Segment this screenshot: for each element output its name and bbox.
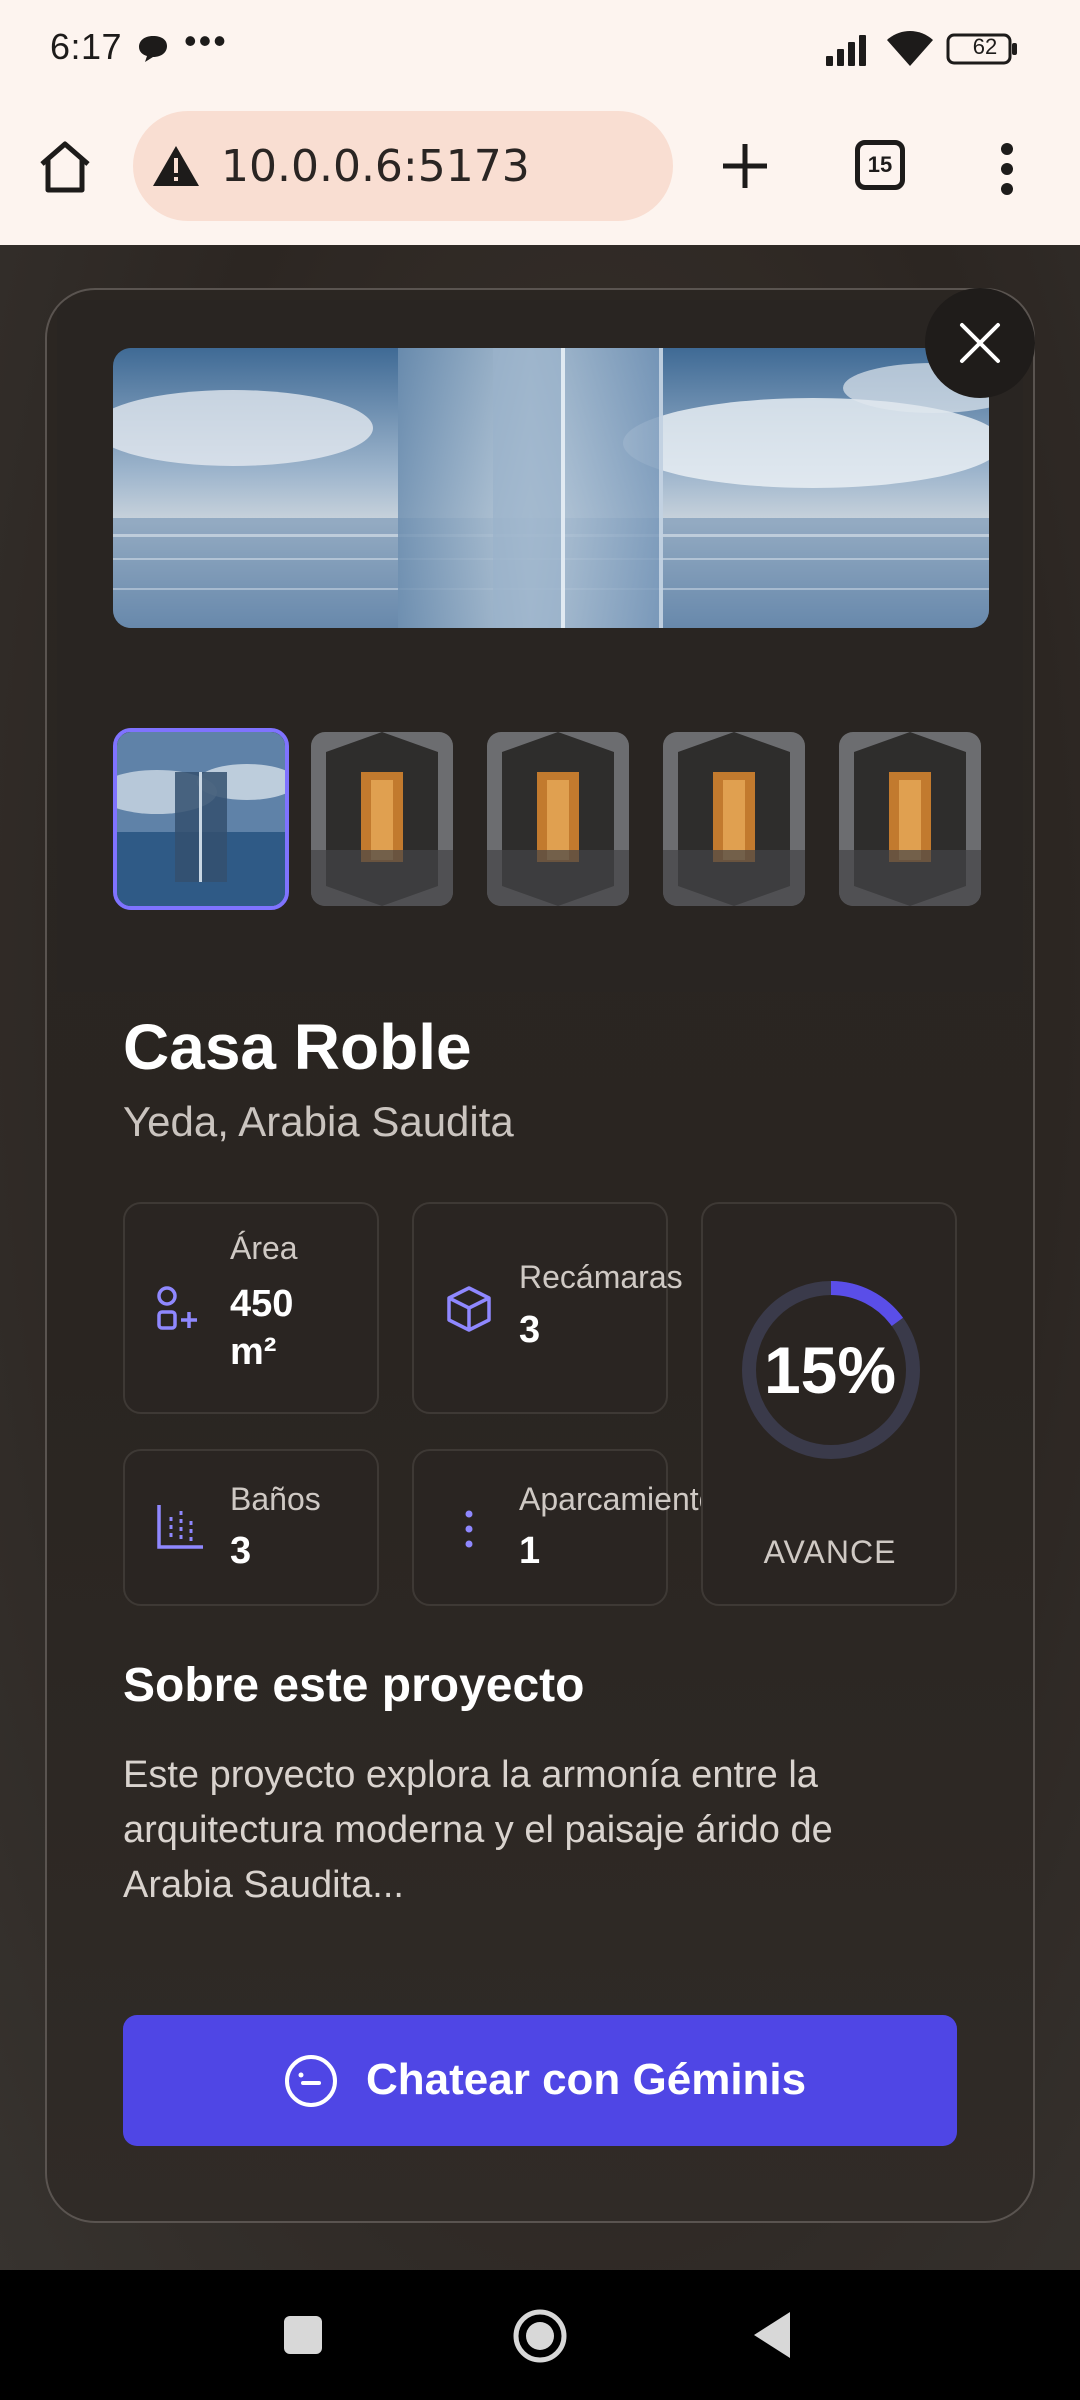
close-icon (960, 323, 1000, 363)
image-gallery (57, 300, 1023, 992)
gallery-thumbnail-3[interactable] (487, 732, 629, 906)
gallery-thumbnail-1[interactable] (113, 728, 289, 910)
close-button[interactable] (925, 288, 1035, 398)
hero-image (113, 348, 989, 628)
stat-bedrooms: Recámaras 3 (412, 1202, 683, 1414)
gallery-thumbnail-2[interactable] (311, 732, 453, 906)
url-text[interactable]: 10.0.0.6:5173 (221, 141, 530, 192)
gallery-thumbnail-5[interactable] (839, 732, 981, 906)
gallery-thumbnail-4[interactable] (663, 732, 805, 906)
address-bar[interactable]: 10.0.0.6:5173 (133, 111, 673, 221)
stat-bathrooms: Baños 3 (123, 1449, 379, 1606)
area-icon (155, 1286, 201, 1337)
stat-bedrooms-label: Recámaras (519, 1259, 683, 1295)
warning-icon[interactable] (151, 144, 201, 193)
stat-area-value: 450 m² (230, 1283, 294, 1373)
signal-icon (826, 32, 876, 71)
system-nav-bar (0, 2270, 1080, 2400)
stat-area-label: Área (230, 1230, 298, 1266)
stat-parking-value: 1 (519, 1530, 541, 1572)
status-bar: 6:17 ••• 62 (0, 0, 1080, 100)
stat-bedrooms-value: 3 (519, 1309, 541, 1351)
progress-percent: 15% (763, 1333, 897, 1407)
parking-icon (464, 1509, 474, 1554)
status-more-dots: ••• (184, 20, 228, 61)
browser-toolbar: 10.0.0.6:5173 15 (0, 100, 1080, 245)
cube-icon (444, 1284, 494, 1339)
progress-card: 15% AVANCE (701, 1202, 957, 1606)
wifi-icon (885, 28, 935, 73)
chat-button-label: Chatear con Géminis (366, 2055, 807, 2104)
chat-button[interactable]: Chatear con Géminis (123, 2015, 957, 2146)
about-description: Este proyecto explora la armonía entre l… (123, 1754, 833, 1906)
new-tab-icon[interactable] (717, 138, 773, 199)
status-time: 6:17 (50, 26, 123, 67)
bath-icon (155, 1501, 205, 1556)
stat-bathrooms-value: 3 (230, 1530, 252, 1572)
home-icon[interactable] (36, 138, 94, 201)
project-location: Yeda, Arabia Saudita (123, 1098, 514, 1145)
tab-switcher-button[interactable]: 15 (855, 140, 905, 190)
stat-bathrooms-label: Baños (230, 1481, 321, 1517)
home-button[interactable] (512, 2308, 568, 2369)
stat-area: Área 450 m² (123, 1202, 379, 1414)
back-button[interactable] (752, 2310, 792, 2365)
chat-bubble-icon (137, 34, 169, 69)
recents-button[interactable] (284, 2316, 322, 2354)
progress-label: AVANCE (763, 1534, 897, 1570)
stat-parking: Aparcamiento 1 (412, 1449, 716, 1606)
about-heading: Sobre este proyecto (123, 1659, 585, 1712)
tab-count: 15 (867, 152, 893, 177)
chat-icon (283, 2053, 339, 2114)
overflow-menu-icon[interactable] (1000, 142, 1014, 201)
stat-parking-label: Aparcamiento (519, 1481, 717, 1517)
project-title: Casa Roble (123, 1011, 472, 1083)
battery-level: 62 (972, 34, 998, 59)
